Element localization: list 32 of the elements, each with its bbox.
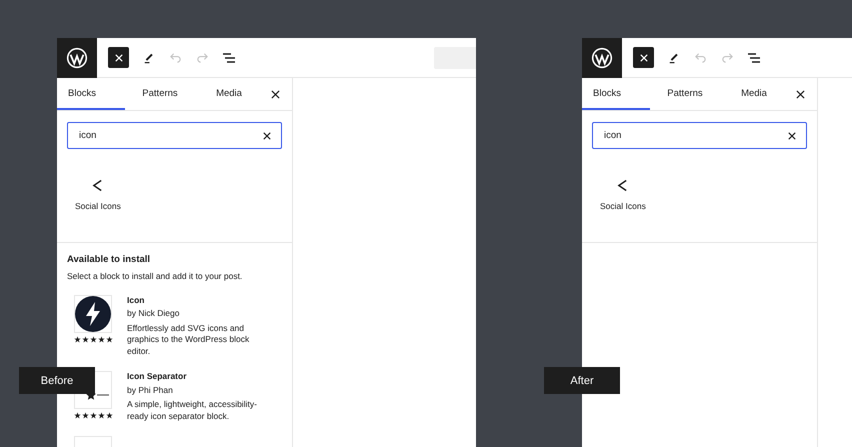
close-button[interactable] bbox=[108, 47, 129, 68]
caption-label: After bbox=[544, 367, 620, 394]
block-name[interactable]: Icon bbox=[127, 295, 267, 306]
clear-icon[interactable] bbox=[263, 132, 271, 140]
tab[interactable]: Media bbox=[720, 78, 788, 110]
block-item[interactable]: Social Icons bbox=[71, 179, 125, 211]
tab[interactable]: Patterns bbox=[651, 78, 719, 110]
block-author: by Phi Phan bbox=[127, 384, 174, 396]
share-icon bbox=[617, 179, 628, 192]
tab[interactable]: Media bbox=[195, 78, 263, 110]
search-field[interactable]: icon bbox=[67, 122, 282, 149]
caption-label: Before bbox=[19, 367, 95, 394]
section-title: Available to install bbox=[67, 254, 152, 265]
share-icon bbox=[92, 179, 104, 192]
clear-icon[interactable] bbox=[788, 132, 796, 140]
block-item[interactable]: Social Icons bbox=[596, 179, 650, 211]
block-description: A simple, lightweight, accessibility-ready icon separator block. bbox=[127, 399, 258, 422]
close-button[interactable] bbox=[633, 47, 654, 68]
section-hint: Select a block to install and add it to your post. bbox=[67, 271, 244, 281]
block-author: by Nick Diego bbox=[127, 308, 180, 320]
search-field[interactable]: icon bbox=[592, 122, 807, 149]
wordpress-logo-icon bbox=[66, 46, 88, 68]
block-description: Effortlessly add SVG icons and graphics to the WordPress block editor. bbox=[127, 322, 250, 358]
tab[interactable]: Blocks bbox=[582, 78, 650, 110]
wordpress-logo[interactable] bbox=[582, 38, 622, 78]
x-icon bbox=[114, 54, 122, 62]
tab[interactable]: Patterns bbox=[126, 78, 194, 110]
tab[interactable]: Blocks bbox=[57, 78, 125, 110]
wordpress-logo[interactable] bbox=[57, 38, 97, 78]
wordpress-logo-icon bbox=[591, 46, 613, 68]
block-name[interactable]: Icon Separator bbox=[127, 371, 267, 383]
x-icon bbox=[640, 54, 648, 62]
